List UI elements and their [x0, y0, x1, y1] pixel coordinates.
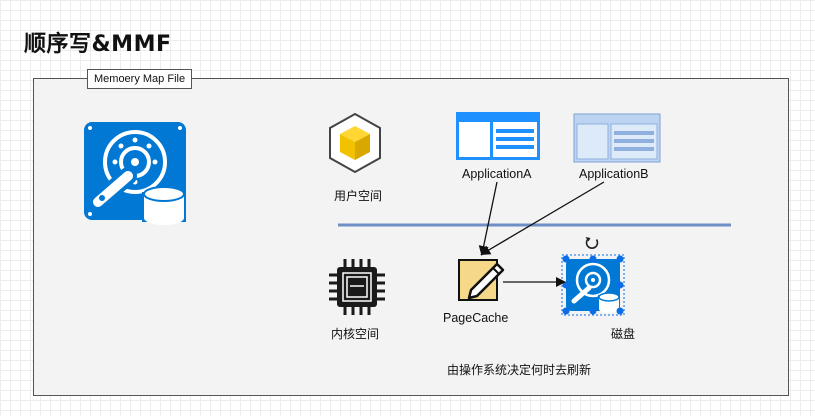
page-cache-label: PageCache	[443, 311, 509, 325]
diagram-canvas	[84, 112, 731, 316]
hard-drive-icon	[566, 259, 620, 313]
flush-note: 由操作系统决定何时去刷新	[447, 363, 592, 377]
disk-label: 磁盘	[611, 327, 636, 341]
user-space-label: 用户空间	[334, 189, 383, 203]
rotate-icon[interactable]	[585, 237, 599, 249]
cpu-chip-icon	[329, 259, 385, 315]
hard-drive-icon	[84, 122, 186, 225]
window-icon	[456, 112, 540, 160]
kernel-space-label: 内核空间	[331, 327, 380, 341]
window-icon	[573, 113, 661, 163]
note-pencil-icon	[458, 259, 505, 301]
app-a-label: ApplicationA	[462, 167, 532, 181]
cube-icon	[329, 112, 381, 174]
app-b-label: ApplicationB	[579, 167, 649, 181]
arrow-appB-to-pagecache	[480, 181, 605, 256]
arrow-appA-to-pagecache	[478, 181, 498, 256]
